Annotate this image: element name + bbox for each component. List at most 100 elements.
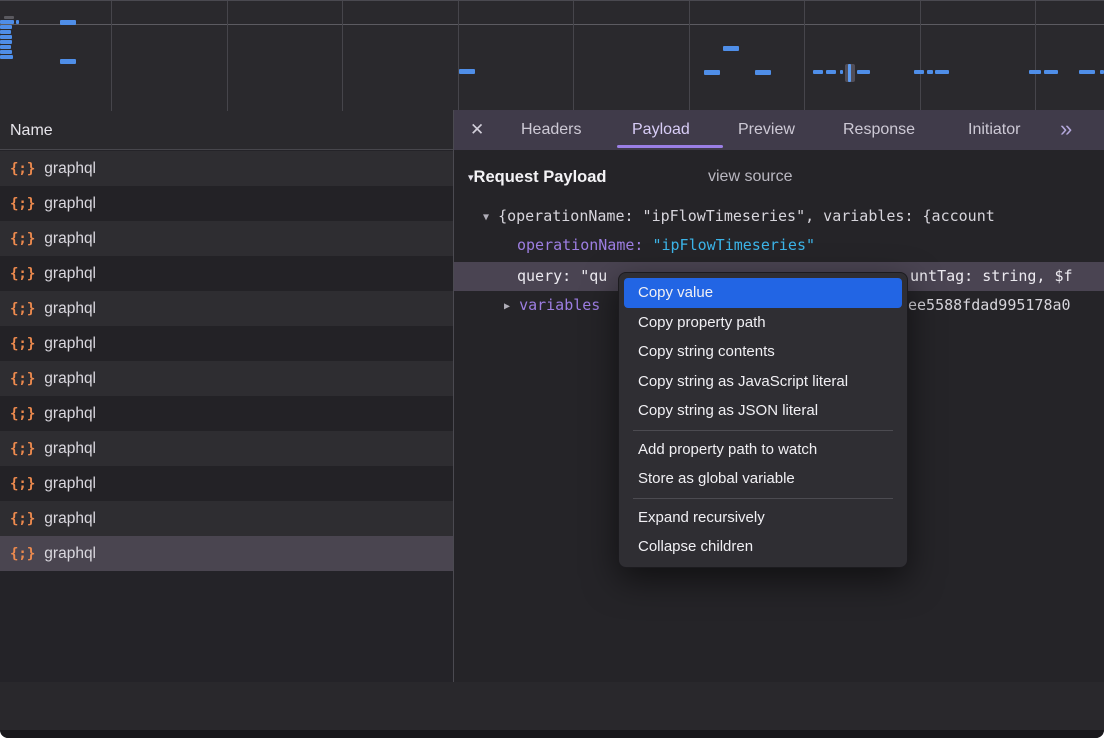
waterfall-request-bar [857,70,870,74]
json-braces-icon: {;} [10,196,35,212]
collapsed-caret-icon[interactable]: ▶ [504,301,510,312]
request-row-graphql[interactable]: {;}graphql [0,361,453,396]
request-row-graphql[interactable]: {;} graphql [0,536,453,571]
request-row-graphql[interactable]: {;} graphql [0,431,453,466]
property-key: operationName: [517,236,643,254]
expanded-caret-icon[interactable]: ▼ [483,212,489,223]
property-key: variables [519,296,600,314]
network-overview-timeline[interactable] [0,0,1104,112]
waterfall-request-bar [1100,70,1104,74]
request-name-label: graphql [44,545,96,563]
waterfall-request-bar [459,69,475,74]
summary-bar-area [0,682,1104,730]
waterfall-request-bar [927,70,933,74]
waterfall-request-bar [0,40,12,44]
waterfall-request-bar [1044,70,1058,74]
detail-tab-bar: ✕ Headers Payload Preview Response Initi… [453,110,1104,150]
operation-name-row[interactable]: operationName: "ipFlowTimeseries" [453,231,1104,260]
request-row-graphql[interactable]: {;}graphql [0,466,453,501]
request-row-graphql[interactable]: {;}graphql [0,256,453,291]
context-menu-item[interactable]: Collapse children [619,532,907,562]
json-braces-icon: {;} [10,511,35,527]
tab-response[interactable]: Response [843,110,915,150]
json-braces-icon: {;} [10,266,35,282]
column-header-name[interactable]: Name [0,111,453,150]
context-menu-item[interactable]: Copy string as JavaScript literal [619,367,907,397]
json-braces-icon: {;} [10,441,35,457]
waterfall-request-bar [1079,70,1095,74]
request-name-label: graphql [44,440,96,458]
query-right-text: untTag: string, $f [910,262,1073,291]
json-braces-icon: {;} [10,161,35,177]
menu-separator [633,498,893,499]
request-name-label: graphql [44,230,96,248]
waterfall-request-bar [0,45,11,49]
tab-initiator[interactable]: Initiator [968,110,1020,150]
request-row-graphql[interactable]: {;}graphql [0,291,453,326]
waterfall-request-bar [0,30,11,34]
view-source-toggle[interactable]: view source [708,164,792,190]
request-name-label: graphql [44,160,96,178]
waterfall-request-bar [60,59,76,64]
devtools-network-window: Name {;}graphql{;}graphql{;}graphql{;}gr… [0,0,1104,738]
context-menu-item[interactable]: Expand recursively [619,503,907,533]
context-menu-item[interactable]: Store as global variable [619,464,907,494]
waterfall-request-bar [935,70,949,74]
overview-horizontal-gridline [0,24,1104,25]
waterfall-request-bar [723,46,739,51]
overview-selection-marker-line [848,64,851,82]
waterfall-request-bar [1029,70,1041,74]
json-braces-icon: {;} [10,231,35,247]
waterfall-request-bar [840,70,843,74]
context-menu-item[interactable]: Copy value [624,278,902,308]
waterfall-request-bar [0,25,12,29]
request-rows: {;} graphql {;} graphql {;} graphql {;} graphql… [0,151,453,571]
overview-gridline [1035,1,1036,112]
overview-gridline [689,1,690,112]
close-icon[interactable]: ✕ [470,110,484,150]
request-name-label: graphql [44,510,96,528]
context-menu-item[interactable]: Copy string as JSON literal [619,396,907,426]
request-row-graphql[interactable]: {;} graphql [0,151,453,186]
overview-gridline [458,1,459,112]
payload-preview-text: {operationName: "ipFlowTimeseries", vari… [498,207,995,225]
query-left-text: query: "qu [517,267,607,285]
context-menu-item[interactable]: Copy string contents [619,337,907,367]
variables-right-text: ee5588fdad995178a0 [908,291,1071,320]
waterfall-request-bar [0,50,12,54]
waterfall-request-bar [16,20,19,24]
overview-gridline [573,1,574,112]
tab-headers[interactable]: Headers [521,110,581,150]
payload-root-row[interactable]: ▼ {operationName: "ipFlowTimeseries", va… [453,202,1104,231]
waterfall-request-bar [914,70,924,74]
json-braces-icon: {;} [10,476,35,492]
request-payload-section[interactable]: ▾Request Payload [468,164,607,190]
section-title: Request Payload [474,168,607,186]
request-row-graphql[interactable]: {;} graphql [0,501,453,536]
overview-gridline [227,1,228,112]
request-name-label: graphql [44,405,96,423]
json-braces-icon: {;} [10,301,35,317]
request-row-graphql[interactable]: {;} graphql [0,221,453,256]
more-tabs-icon[interactable]: » [1060,110,1070,150]
window-bottom-edge [0,730,1104,738]
json-braces-icon: {;} [10,546,35,562]
context-menu: Copy valueCopy property pathCopy string … [618,272,908,568]
waterfall-request-bar [0,55,13,59]
json-braces-icon: {;} [10,336,35,352]
waterfall-request-bar [0,20,14,24]
overview-gridline [804,1,805,112]
overview-gridline [920,1,921,112]
context-menu-item[interactable]: Add property path to watch [619,435,907,465]
request-name-label: graphql [44,195,96,213]
request-row-graphql[interactable]: {;}graphql [0,326,453,361]
request-row-graphql[interactable]: {;}graphql [0,396,453,431]
active-tab-underline [617,145,723,148]
waterfall-request-bar [60,20,76,25]
request-row-graphql[interactable]: {;} graphql [0,186,453,221]
overview-gray-bar [4,16,14,19]
panel-split-divider[interactable] [453,110,454,730]
tab-preview[interactable]: Preview [738,110,795,150]
tab-payload[interactable]: Payload [632,110,690,150]
context-menu-item[interactable]: Copy property path [619,308,907,338]
